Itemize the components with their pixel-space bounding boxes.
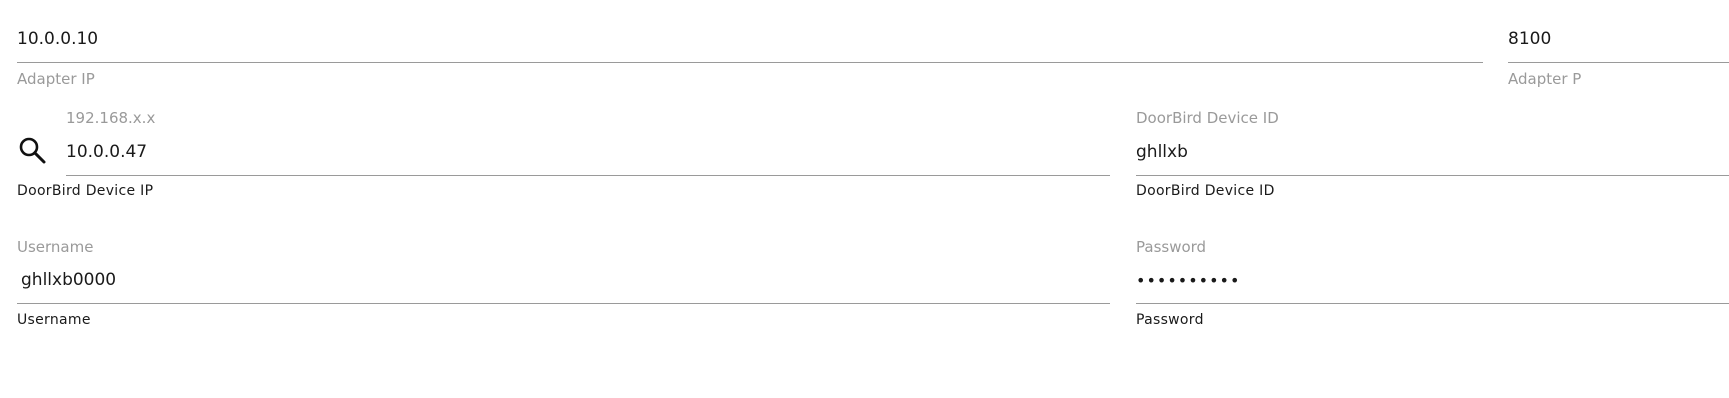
username-underline (17, 303, 1110, 304)
device-ip-placeholder: 192.168.x.x (66, 109, 156, 127)
adapter-ip-underline (17, 62, 1483, 63)
device-ip-caption: DoorBird Device IP (17, 183, 154, 199)
adapter-ip-helper: Adapter IP (17, 70, 95, 88)
device-id-caption: DoorBird Device ID (1136, 183, 1275, 199)
password-label: Password (1136, 238, 1207, 256)
adapter-port-helper: Adapter P (1508, 70, 1582, 88)
device-id-underline (1136, 175, 1729, 176)
password-caption: Password (1136, 312, 1204, 328)
search-icon[interactable] (17, 135, 47, 165)
device-id-input[interactable] (1136, 140, 1726, 164)
device-ip-input[interactable] (66, 140, 1106, 164)
password-input[interactable] (1136, 268, 1726, 292)
device-id-label: DoorBird Device ID (1136, 109, 1279, 127)
adapter-ip-input[interactable] (17, 27, 1477, 51)
adapter-port-input[interactable] (1508, 27, 1728, 51)
username-input[interactable] (21, 268, 1106, 292)
username-label: Username (17, 238, 94, 256)
username-caption: Username (17, 312, 91, 328)
adapter-port-underline (1508, 62, 1729, 63)
device-ip-underline (66, 175, 1110, 176)
password-underline (1136, 303, 1729, 304)
